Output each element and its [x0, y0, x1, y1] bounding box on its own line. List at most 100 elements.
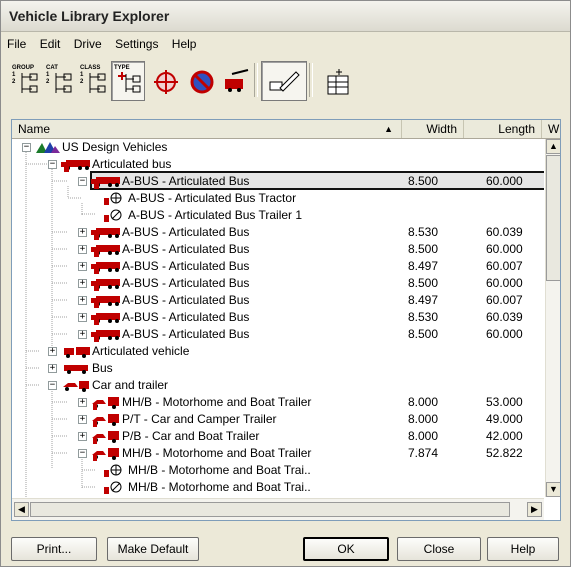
tree-row-width: 8.500 [408, 174, 439, 188]
print-button[interactable]: Print... [11, 537, 97, 561]
tree-row[interactable]: A-BUS - Articulated Bus Trailer 1 [12, 207, 544, 224]
tree-row-length: 60.007 [486, 293, 523, 307]
scroll-down-button[interactable]: ▼ [546, 482, 560, 497]
vehicle-icon [225, 69, 249, 92]
type-view-button[interactable]: TYPE [111, 61, 145, 101]
menu-file[interactable]: File [3, 35, 30, 51]
category-view-button[interactable]: CAT 1 2 [43, 61, 77, 101]
tree-row[interactable]: MH/B - Motorhome and Boat Trai.. [12, 462, 544, 479]
expand-toggle[interactable]: + [78, 245, 87, 254]
expand-toggle[interactable]: + [78, 432, 87, 441]
close-button[interactable]: Close [397, 537, 481, 561]
tree-row[interactable]: + P/B - Car and Boat Trailer 8.000 42.000 [12, 428, 544, 445]
vertical-scroll-thumb[interactable] [546, 155, 560, 281]
tree-row-width: 8.497 [408, 293, 439, 307]
column-width[interactable]: Width [402, 120, 464, 138]
expand-toggle[interactable]: + [78, 330, 87, 339]
tree-row-label: A-BUS - Articulated Bus [122, 293, 250, 307]
tree-row[interactable]: MH/B - Motorhome and Boat Trai.. [12, 479, 544, 496]
make-default-button[interactable]: Make Default [107, 537, 199, 561]
tree-row[interactable]: + Articulated vehicle [12, 343, 544, 360]
expand-toggle[interactable]: + [78, 279, 87, 288]
tree-row-label: MH/B - Motorhome and Boat Trai.. [128, 480, 311, 494]
scroll-left-button[interactable]: ◀ [14, 502, 29, 517]
vehicle-tree-list[interactable]: Name ▲ Width Length W − US Design Vehicl… [11, 119, 561, 521]
tree-row-length: 52.822 [486, 446, 523, 460]
column-name[interactable]: Name ▲ [12, 120, 402, 138]
sort-table-button[interactable] [321, 61, 355, 101]
tree-row-label: A-BUS - Articulated Bus [122, 225, 250, 239]
tree-row[interactable]: − A-BUS - Articulated Bus 8.500 60.000 [12, 171, 544, 190]
collapse-toggle[interactable]: − [48, 381, 57, 390]
tree-row[interactable]: + A-BUS - Articulated Bus 8.500 60.000 [12, 326, 544, 343]
tree-row[interactable]: − MH/B - Motorhome and Boat Trailer 7.874 5… [12, 445, 544, 462]
vehicle-edit-button[interactable] [219, 61, 253, 101]
tree-row[interactable]: + A-BUS - Articulated Bus 8.500 60.000 [12, 275, 544, 292]
menu-help[interactable]: Help [168, 35, 201, 51]
tree-row-length: 42.000 [486, 429, 523, 443]
tree-row-length: 60.039 [486, 225, 523, 239]
tree-row[interactable]: + MH/B - Motorhome and Boat Trailer 8.000 5… [12, 394, 544, 411]
tree-row-width: 8.000 [408, 395, 439, 409]
menu-settings[interactable]: Settings [111, 35, 162, 51]
tree-row-length: 49.000 [486, 412, 523, 426]
horizontal-scrollbar[interactable]: ◀ ▶ [12, 498, 544, 520]
tree-rows: − US Design Vehicles − Articulated bus − A-BU… [12, 139, 544, 497]
wheel-crosshair-icon [154, 70, 178, 94]
expand-toggle[interactable]: + [78, 228, 87, 237]
tree-row-label: MH/B - Motorhome and Boat Trai.. [128, 463, 311, 477]
tree-icon [89, 73, 106, 93]
tree-row-width: 8.530 [408, 225, 439, 239]
tree-row[interactable]: + A-BUS - Articulated Bus 8.497 60.007 [12, 292, 544, 309]
collapse-toggle[interactable]: − [78, 177, 87, 186]
tree-row[interactable]: A-BUS - Articulated Bus Tractor [12, 190, 544, 207]
column-extra[interactable]: W [542, 120, 560, 138]
crosshair-wheel-button[interactable] [149, 61, 183, 101]
tree-row-label: A-BUS - Articulated Bus [122, 259, 250, 273]
ok-button[interactable]: OK [303, 537, 389, 561]
tree-row[interactable]: + A-BUS - Articulated Bus 8.497 60.007 [12, 258, 544, 275]
tree-row-label: A-BUS - Articulated Bus [122, 174, 250, 188]
tree-row-width: 8.497 [408, 259, 439, 273]
tree-row-length: 60.039 [486, 310, 523, 324]
tree-row[interactable]: + A-BUS - Articulated Bus 8.530 60.039 [12, 309, 544, 326]
tree-row[interactable]: − Car and trailer [12, 377, 544, 394]
column-length[interactable]: Length [464, 120, 542, 138]
tree-row-width: 8.500 [408, 327, 439, 341]
expand-toggle[interactable]: + [78, 262, 87, 271]
expand-toggle[interactable]: + [48, 347, 57, 356]
expand-toggle[interactable]: + [78, 313, 87, 322]
scroll-up-button[interactable]: ▲ [546, 139, 560, 154]
menu-edit[interactable]: Edit [36, 35, 65, 51]
tree-row[interactable]: + A-BUS - Articulated Bus 8.530 60.039 [12, 224, 544, 241]
expand-toggle[interactable]: + [78, 296, 87, 305]
tree-row[interactable]: + Bus [12, 360, 544, 377]
expand-toggle[interactable]: + [78, 398, 87, 407]
group-view-button[interactable]: GROUP 1 2 [9, 61, 43, 101]
tree-row-length: 60.000 [486, 242, 523, 256]
tree-row-label: MH/B - Motorhome and Boat Trailer [122, 446, 312, 460]
scroll-right-button[interactable]: ▶ [527, 502, 542, 517]
tree-row-width: 8.000 [408, 429, 439, 443]
class-view-button[interactable]: CLASS 1 2 [77, 61, 111, 101]
help-button[interactable]: Help [487, 537, 559, 561]
tree-row-label: A-BUS - Articulated Bus [122, 327, 250, 341]
collapse-toggle[interactable]: − [48, 160, 57, 169]
tree-row-label: A-BUS - Articulated Bus Trailer 1 [128, 208, 303, 222]
collapse-toggle[interactable]: − [22, 143, 31, 152]
draw-mode-button[interactable] [261, 61, 307, 101]
expand-toggle[interactable]: + [48, 364, 57, 373]
tree-row-width: 8.500 [408, 276, 439, 290]
no-vehicle-button[interactable] [185, 61, 219, 101]
collapse-toggle[interactable]: − [78, 449, 87, 458]
tree-row[interactable]: + P/T - Car and Camper Trailer 8.000 49.000 [12, 411, 544, 428]
prohibited-icon [190, 70, 214, 94]
menu-drive[interactable]: Drive [70, 35, 106, 51]
horizontal-scroll-thumb[interactable] [30, 502, 510, 517]
expand-toggle[interactable]: + [78, 415, 87, 424]
tree-row[interactable]: + A-BUS - Articulated Bus 8.500 60.000 [12, 241, 544, 258]
vertical-scrollbar[interactable]: ▲ ▼ [545, 139, 560, 497]
tree-row[interactable]: − US Design Vehicles [12, 139, 544, 156]
toolbar-separator [309, 63, 313, 97]
pencil-icon [269, 71, 300, 92]
